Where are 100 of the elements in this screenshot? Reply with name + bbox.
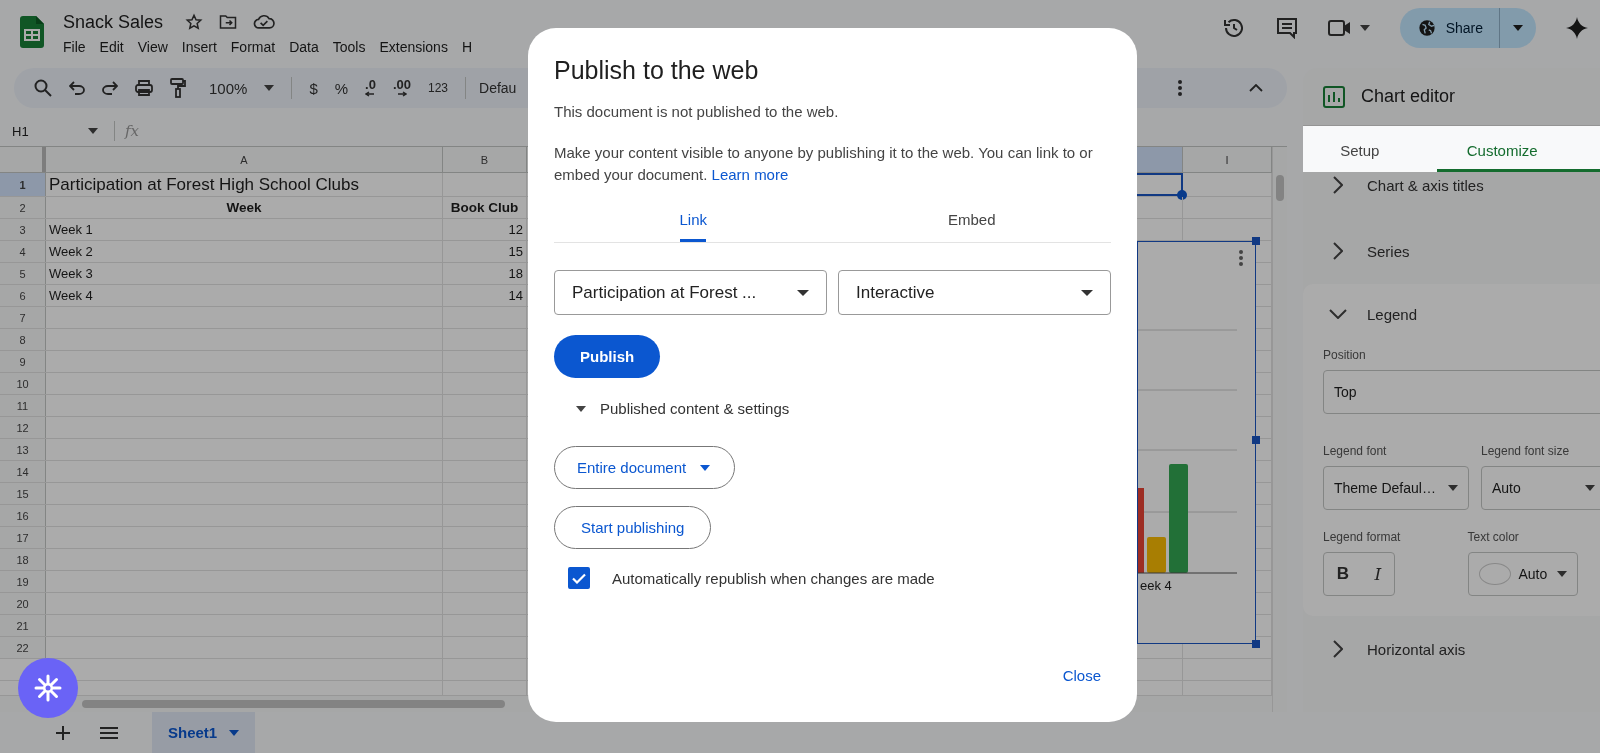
menu-item[interactable]: Tools [332, 37, 373, 57]
section-header[interactable]: Chart & axis titles [1367, 176, 1484, 194]
scope-dropdown[interactable]: Entire document [554, 446, 736, 489]
increase-decimal-button[interactable]: .00 [392, 79, 411, 97]
row-header[interactable]: 18 [0, 549, 46, 570]
more-options-icon[interactable] [1239, 250, 1243, 266]
undo-icon[interactable] [69, 81, 85, 95]
row-header[interactable]: 15 [0, 483, 46, 504]
font-dropdown[interactable]: Theme Defaul… [1323, 466, 1469, 510]
row-header[interactable]: 8 [0, 329, 46, 350]
section-header[interactable]: Horizontal axis [1367, 640, 1466, 658]
font-select[interactable]: Defau [479, 80, 517, 96]
row-header[interactable]: 22 [0, 637, 46, 658]
caret-icon[interactable] [88, 128, 98, 134]
currency-format-button[interactable]: $ [309, 79, 318, 97]
share-menu-button[interactable] [1500, 8, 1536, 48]
row-header[interactable]: 7 [0, 307, 46, 328]
chevron-right-icon[interactable] [1333, 242, 1343, 260]
menu-item[interactable]: Format [230, 37, 283, 57]
format-select[interactable]: Interactive [838, 270, 1111, 315]
tab[interactable]: Customize [1436, 126, 1600, 172]
section-header[interactable]: Legend [1367, 305, 1418, 323]
video-camera-icon[interactable] [1327, 19, 1352, 37]
zoom-select[interactable]: 100% [209, 79, 248, 97]
position-dropdown[interactable]: Top [1323, 370, 1600, 414]
row-header[interactable]: 6 [0, 285, 46, 306]
row-header[interactable]: 5 [0, 263, 46, 284]
sparkle-icon[interactable] [1566, 17, 1588, 39]
row-header[interactable]: 21 [0, 615, 46, 636]
tab[interactable]: Embed [832, 196, 1111, 242]
row-header[interactable]: 17 [0, 527, 46, 548]
start-publishing-button[interactable]: Start publishing [554, 506, 712, 549]
row-header[interactable]: 12 [0, 417, 46, 438]
number-format-button[interactable]: 123 [428, 81, 448, 95]
text-color-dropdown[interactable]: Auto [1467, 552, 1578, 596]
star-icon[interactable] [185, 13, 204, 31]
close-button[interactable]: Close [1052, 663, 1111, 688]
row-header[interactable]: 11 [0, 395, 46, 416]
section-header[interactable]: Series [1367, 242, 1410, 260]
resize-handle[interactable] [1252, 237, 1260, 245]
chevron-right-icon[interactable] [1333, 176, 1343, 194]
caret-icon[interactable] [1448, 485, 1458, 491]
menu-item[interactable]: Extensions [379, 37, 455, 57]
paint-roller-icon[interactable] [170, 78, 186, 98]
resize-handle[interactable] [1252, 640, 1260, 648]
caret-icon[interactable] [1359, 25, 1370, 31]
menu-icon[interactable] [100, 726, 118, 739]
caret-icon[interactable] [264, 85, 275, 91]
font-size-dropdown[interactable]: Auto [1481, 466, 1600, 510]
history-icon[interactable] [1221, 16, 1246, 40]
row-header[interactable]: 19 [0, 571, 46, 592]
scrollbar-thumb[interactable] [1276, 175, 1284, 201]
menu-item[interactable]: View [137, 37, 175, 57]
search-icon[interactable] [34, 79, 52, 97]
chevron-up-icon[interactable] [1249, 84, 1263, 92]
menu-item[interactable]: Insert [181, 37, 224, 57]
caret-icon[interactable] [1556, 571, 1567, 577]
percent-format-button[interactable]: % [334, 79, 349, 97]
resize-handle[interactable] [1252, 436, 1260, 444]
menu-item[interactable]: H [461, 37, 479, 57]
row-header[interactable]: 4 [0, 241, 46, 262]
sheet-tab[interactable]: Sheet1 [152, 712, 256, 753]
checkbox[interactable] [568, 567, 590, 589]
document-title[interactable]: Snack Sales [63, 11, 164, 33]
caret-icon[interactable] [700, 464, 711, 471]
fill-handle[interactable] [1177, 190, 1187, 200]
add-sheet-icon[interactable] [56, 725, 70, 740]
italic-button[interactable]: I [1370, 562, 1386, 586]
caret-icon[interactable] [576, 405, 586, 412]
row-header[interactable]: 20 [0, 593, 46, 614]
redo-icon[interactable] [102, 81, 118, 95]
scrollbar-thumb[interactable] [82, 700, 505, 708]
share-button[interactable]: Share [1399, 8, 1500, 48]
name-box[interactable]: H1 [12, 123, 78, 139]
row-header[interactable]: 14 [0, 461, 46, 482]
folder-icon[interactable] [219, 14, 238, 30]
row-header[interactable]: 10 [0, 373, 46, 394]
menu-item[interactable]: Data [289, 37, 326, 57]
caret-icon[interactable] [797, 289, 809, 296]
row-header[interactable]: 2 [0, 197, 46, 218]
sheet-select[interactable]: Participation at Forest ... [554, 270, 827, 315]
bold-button[interactable]: B [1332, 562, 1354, 586]
row-header[interactable]: 9 [0, 351, 46, 372]
caret-icon[interactable] [1081, 289, 1093, 296]
column-header[interactable]: B [443, 147, 527, 172]
row-header[interactable]: 3 [0, 219, 46, 240]
cloud-check-icon[interactable] [253, 14, 276, 30]
publish-button[interactable]: Publish [554, 335, 661, 378]
comment-icon[interactable] [1275, 17, 1298, 39]
row-header[interactable]: 13 [0, 439, 46, 460]
decrease-decimal-button[interactable]: .0 [365, 79, 376, 97]
chevron-down-icon[interactable] [1329, 309, 1347, 319]
settings-toggle[interactable]: Published content & settings [600, 400, 790, 417]
menu-item[interactable]: File [63, 37, 93, 57]
learn-more-link[interactable]: Learn more [711, 166, 789, 183]
chevron-right-icon[interactable] [1333, 640, 1343, 658]
caret-icon[interactable] [1585, 485, 1595, 491]
row-header[interactable]: 1 [0, 173, 46, 196]
spreadsheet-logo-icon[interactable] [20, 16, 44, 48]
menu-item[interactable]: Edit [99, 37, 131, 57]
